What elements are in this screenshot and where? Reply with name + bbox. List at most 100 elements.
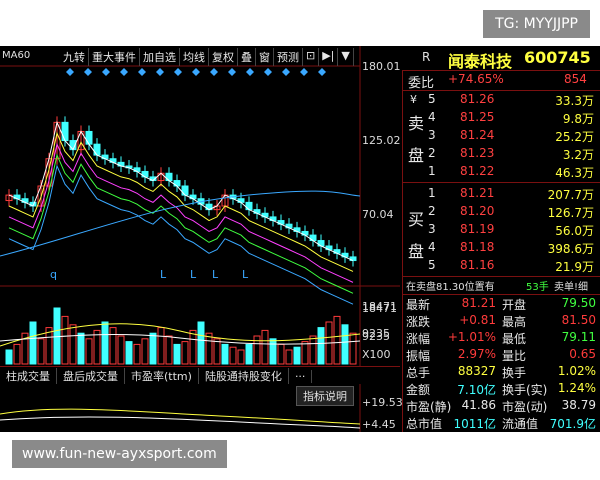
volume-bar bbox=[181, 341, 189, 365]
ma-line bbox=[8, 131, 354, 272]
candle-body bbox=[309, 234, 317, 242]
buy-row-2[interactable]: 2 81.20 126.7万 bbox=[402, 204, 600, 222]
event-marker[interactable] bbox=[138, 68, 146, 76]
buy-row-3[interactable]: 3 81.19 56.0万 bbox=[402, 222, 600, 240]
volume-bar bbox=[261, 329, 269, 365]
stat-row: 最新 81.21 开盘 79.50 bbox=[402, 296, 600, 314]
stat-row: 振幅 2.97% 量比 0.65 bbox=[402, 347, 600, 365]
buy-price: 81.20 bbox=[460, 204, 495, 218]
event-marker[interactable] bbox=[66, 68, 74, 76]
event-marker[interactable] bbox=[228, 68, 236, 76]
volume-bar bbox=[149, 332, 157, 365]
trading-screen: q L L L L MA60 九转 重大事件 加自选 均线 复权 叠 窗 预测 ⊡ ▶|… bbox=[0, 46, 600, 432]
toolbar-major-events[interactable]: 重大事件 bbox=[89, 48, 140, 66]
candle-body bbox=[181, 185, 189, 196]
stat-value: 2.97% bbox=[457, 347, 496, 361]
sell-row-2[interactable]: 2 81.23 3.2万 bbox=[402, 146, 600, 164]
volume-bar bbox=[109, 327, 117, 365]
sub-indicator-line bbox=[0, 408, 361, 425]
event-marker[interactable] bbox=[300, 68, 308, 76]
volume-bar bbox=[341, 324, 349, 365]
volume-chart[interactable]: 18471 9235 X100 bbox=[0, 286, 400, 366]
volume-bar bbox=[309, 335, 317, 365]
ma60-label: MA60 bbox=[2, 50, 31, 61]
sub-axis-low: +4.45 bbox=[362, 418, 396, 431]
tab-pe-ttm[interactable]: 市盈率(ttm) bbox=[125, 368, 199, 384]
stat-value: 1.02% bbox=[557, 364, 596, 378]
stat-value: 0.65 bbox=[569, 347, 596, 361]
toolbar-moving-average[interactable]: 均线 bbox=[180, 48, 209, 66]
volume-axis-unit: X100 bbox=[362, 348, 391, 361]
event-marker[interactable] bbox=[264, 68, 272, 76]
tab-more[interactable]: ··· bbox=[289, 369, 313, 383]
event-marker[interactable] bbox=[246, 68, 254, 76]
buy-volume: 126.7万 bbox=[547, 206, 594, 220]
toolbar-adjust[interactable]: 复权 bbox=[209, 48, 238, 66]
event-marker[interactable] bbox=[192, 68, 200, 76]
volume-bar bbox=[221, 343, 229, 365]
stat-label: 总手 bbox=[406, 366, 431, 380]
quote-panel: R 闻泰科技 600745 委比 +74.65% 854 ¥ 卖 盘 5 81.2… bbox=[402, 46, 600, 432]
weibi-value: 854 bbox=[564, 72, 587, 86]
sell-row-1[interactable]: 1 81.22 46.3万 bbox=[402, 164, 600, 182]
buy-row-4[interactable]: 4 81.18 398.6万 bbox=[402, 240, 600, 258]
toolbar-lock-icon[interactable]: ⊡ bbox=[303, 48, 320, 66]
tab-northbound-holdings[interactable]: 陆股通持股变化 bbox=[199, 368, 289, 384]
sell-row-4[interactable]: 4 81.25 9.8万 bbox=[402, 110, 600, 128]
volume-bar bbox=[37, 338, 45, 365]
buy-row-1[interactable]: 1 81.21 207.7万 bbox=[402, 186, 600, 204]
price-axis-high: 180.01 bbox=[362, 60, 401, 73]
event-marker[interactable] bbox=[174, 68, 182, 76]
toolbar-add-watchlist[interactable]: 加自选 bbox=[140, 48, 180, 66]
candle-body bbox=[165, 172, 173, 182]
tab-after-hours-volume[interactable]: 盘后成交量 bbox=[57, 368, 125, 384]
sell-level: 3 bbox=[428, 128, 436, 142]
sell-row-3[interactable]: 3 81.24 25.2万 bbox=[402, 128, 600, 146]
toolbar-next-icon[interactable]: ▶| bbox=[319, 48, 339, 66]
volume-tabs: 柱成交量 盘后成交量 市盈率(ttm) 陆股通持股变化 ··· bbox=[0, 366, 400, 385]
sell-level: 5 bbox=[428, 92, 436, 106]
stat-value: 41.86 bbox=[461, 398, 496, 412]
stat-value: 1011亿 bbox=[453, 417, 496, 431]
buy-price: 81.21 bbox=[460, 186, 495, 200]
notice-tail[interactable]: 卖单!细 bbox=[554, 278, 588, 293]
buy-level: 3 bbox=[428, 222, 436, 236]
event-marker[interactable] bbox=[282, 68, 290, 76]
stat-value: 88327 bbox=[457, 364, 496, 378]
event-marker[interactable] bbox=[210, 68, 218, 76]
sub-indicator-chart[interactable]: 指标说明 +19.53 +4.45 bbox=[0, 384, 403, 432]
toolbar-overlay[interactable]: 叠 bbox=[238, 48, 256, 66]
weibi-row: 委比 +74.65% 854 bbox=[402, 72, 600, 91]
event-marker[interactable] bbox=[318, 68, 326, 76]
event-marker[interactable] bbox=[120, 68, 128, 76]
toolbar-window[interactable]: 窗 bbox=[256, 48, 274, 66]
volume-bar bbox=[189, 329, 197, 365]
buy-level: 5 bbox=[428, 258, 436, 272]
event-marker[interactable] bbox=[84, 68, 92, 76]
stat-row: 市盈(静) 41.86 市盈(动) 38.79 bbox=[402, 398, 600, 416]
volume-bar bbox=[293, 346, 301, 365]
stat-value: +0.81 bbox=[459, 313, 496, 327]
chart-toolbar: 九转 重大事件 加自选 均线 复权 叠 窗 预测 ⊡ ▶| ▼ bbox=[60, 48, 354, 66]
signal-marker: L bbox=[190, 268, 197, 281]
buy-volume: 21.9万 bbox=[555, 260, 594, 274]
volume-bar bbox=[61, 315, 69, 365]
toolbar-dropdown-icon[interactable]: ▼ bbox=[338, 48, 354, 66]
sell-row-5[interactable]: 5 81.26 33.3万 bbox=[402, 92, 600, 110]
event-marker[interactable] bbox=[102, 68, 110, 76]
sell-level: 1 bbox=[428, 164, 436, 178]
tab-bar-volume[interactable]: 柱成交量 bbox=[0, 368, 57, 384]
volume-bar bbox=[277, 343, 285, 365]
signal-marker: L bbox=[212, 268, 219, 281]
stat-label: 总市值 bbox=[406, 417, 443, 431]
volume-bar bbox=[317, 327, 325, 365]
toolbar-forecast[interactable]: 预测 bbox=[274, 48, 303, 66]
ma-line bbox=[8, 153, 354, 294]
toolbar-jiuzhuan[interactable]: 九转 bbox=[60, 48, 89, 66]
indicator-help-button[interactable]: 指标说明 bbox=[296, 386, 354, 406]
sub-indicator-line bbox=[0, 416, 361, 429]
event-marker[interactable] bbox=[156, 68, 164, 76]
buy-row-5[interactable]: 5 81.16 21.9万 bbox=[402, 258, 600, 276]
stat-label: 振幅 bbox=[406, 349, 431, 363]
stat-value: 81.21 bbox=[461, 296, 496, 310]
